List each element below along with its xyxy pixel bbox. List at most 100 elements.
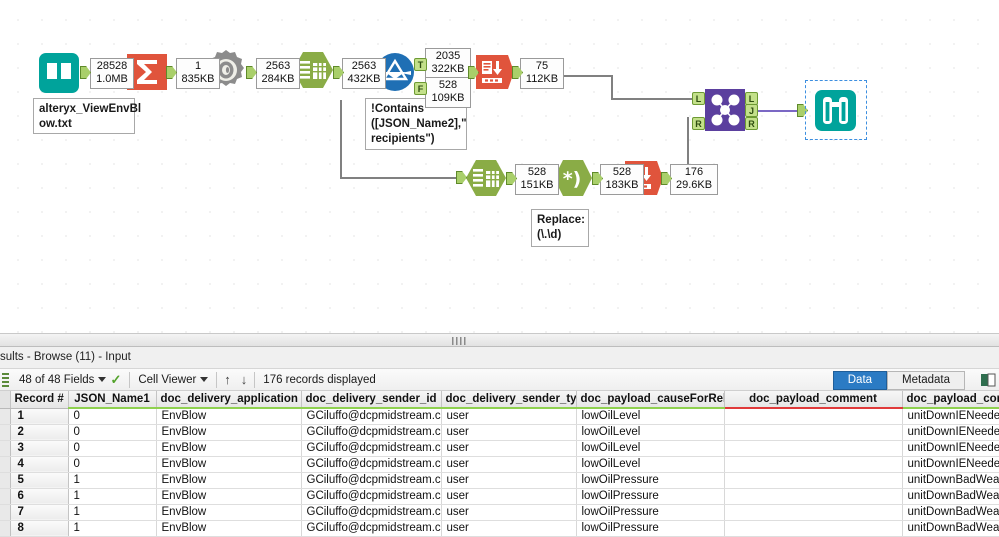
- results-table: Record # JSON_Name1 doc_delivery_applica…: [0, 391, 999, 537]
- cell-payload-comment: [724, 424, 903, 441]
- select-tool-2[interactable]: [465, 158, 507, 203]
- record-count-badge: 2563 284KB: [256, 58, 300, 89]
- port-join-left[interactable]: L: [692, 92, 705, 105]
- cell-corrective-action: unitDownIENeeded: [902, 424, 999, 441]
- port-join-out-join[interactable]: J: [745, 104, 758, 117]
- col-header-delivery-sender-type[interactable]: doc_delivery_sender_type: [441, 391, 577, 409]
- join-tool[interactable]: [704, 88, 746, 137]
- record-count-badge: 528 183KB: [600, 164, 644, 195]
- cell-delivery-application: EnvBlow: [156, 440, 302, 457]
- cell-delivery-application: EnvBlow: [156, 504, 302, 521]
- cell-delivery-application: EnvBlow: [156, 488, 302, 505]
- row-handle[interactable]: [0, 408, 11, 425]
- toolbar-grip-icon[interactable]: [2, 372, 9, 387]
- tab-data[interactable]: Data: [832, 371, 888, 390]
- col-header-record-num[interactable]: Record #: [10, 391, 69, 409]
- row-handle[interactable]: [0, 504, 11, 521]
- row-handle[interactable]: [0, 456, 11, 473]
- col-header-corrective-action[interactable]: doc_payload_correctiveAct: [902, 391, 999, 409]
- port-join-right[interactable]: R: [692, 117, 705, 130]
- cell-delivery-sender-id: GCiluffo@dcpmidstream.com: [301, 488, 442, 505]
- cell-delivery-sender-type: user: [441, 440, 577, 457]
- cell-cause-for-release: lowOilLevel: [576, 408, 725, 425]
- input-file-annotation: alteryx_ViewEnvBl ow.txt: [33, 98, 141, 134]
- unique-tool-1[interactable]: [474, 52, 514, 97]
- table-row[interactable]: 4 0 EnvBlow GCiluffo@dcpmidstream.com us…: [0, 456, 999, 473]
- table-row[interactable]: 5 1 EnvBlow GCiluffo@dcpmidstream.com us…: [0, 472, 999, 489]
- cell-delivery-application: EnvBlow: [156, 456, 302, 473]
- cell-viewer-label: Cell Viewer: [138, 373, 197, 386]
- wire-unique1-to-join-h1: [564, 75, 612, 77]
- cell-viewer-selector[interactable]: Cell Viewer: [132, 369, 214, 390]
- table-row[interactable]: 2 0 EnvBlow GCiluffo@dcpmidstream.com us…: [0, 424, 999, 441]
- sort-descending-button[interactable]: ↓: [236, 372, 253, 387]
- cell-json-name1: 1: [68, 488, 157, 505]
- table-row[interactable]: 7 1 EnvBlow GCiluffo@dcpmidstream.com us…: [0, 504, 999, 521]
- record-count-size: 1.0MB: [96, 73, 128, 85]
- cell-delivery-sender-type: user: [441, 472, 577, 489]
- regex-tool[interactable]: *): [553, 158, 593, 203]
- table-row[interactable]: 1 0 EnvBlow GCiluffo@dcpmidstream.com us…: [0, 408, 999, 425]
- cell-corrective-action: unitDownIENeeded: [902, 440, 999, 457]
- cell-cause-for-release: lowOilLevel: [576, 424, 725, 441]
- check-icon: ✓: [110, 371, 122, 387]
- cell-delivery-sender-id: GCiluffo@dcpmidstream.com: [301, 440, 442, 457]
- workflow-canvas[interactable]: 28528 1.0MB alteryx_ViewEnvBl ow.txt 1 8…: [0, 0, 999, 333]
- row-handle[interactable]: [0, 488, 11, 505]
- results-grid[interactable]: Record # JSON_Name1 doc_delivery_applica…: [0, 391, 999, 537]
- cell-delivery-application: EnvBlow: [156, 408, 302, 425]
- chevron-down-icon[interactable]: [200, 377, 209, 382]
- record-count-badge: 2035 322KB: [425, 48, 471, 79]
- unique-rows-icon: [476, 55, 514, 89]
- cell-payload-comment: [724, 408, 903, 425]
- records-displayed-label: 176 records displayed: [263, 373, 376, 386]
- row-handle[interactable]: [0, 472, 11, 489]
- port-filter-true[interactable]: T: [414, 58, 427, 71]
- fields-selector[interactable]: 48 of 48 Fields ✓: [13, 369, 127, 390]
- col-header-json-name1[interactable]: JSON_Name1: [68, 391, 157, 409]
- port-filter-false[interactable]: F: [414, 82, 427, 95]
- wire-unique1-to-join-v: [611, 75, 613, 99]
- cell-json-name1: 0: [68, 440, 157, 457]
- record-count-badge: 176 29.6KB: [670, 164, 718, 195]
- wire-unique1-to-join-h2: [611, 98, 694, 100]
- record-count-records: 28528: [96, 60, 128, 72]
- table-row[interactable]: 6 1 EnvBlow GCiluffo@dcpmidstream.com us…: [0, 488, 999, 505]
- selection-marquee: [805, 80, 867, 140]
- cell-payload-comment: [724, 456, 903, 473]
- panel-splitter[interactable]: [0, 333, 999, 347]
- row-handle[interactable]: [0, 424, 11, 441]
- col-header-delivery-sender-id[interactable]: doc_delivery_sender_id: [301, 391, 442, 409]
- toolbar-divider: [216, 371, 218, 388]
- port-join-out-right[interactable]: R: [745, 117, 758, 130]
- col-header-delivery-application[interactable]: doc_delivery_application: [156, 391, 302, 409]
- regex-replace-annotation: Replace: (\.\d): [531, 209, 589, 247]
- splitter-grip[interactable]: [452, 337, 468, 345]
- cell-corrective-action: unitDownBadWeather: [902, 472, 999, 489]
- input-data-tool[interactable]: [38, 52, 80, 99]
- results-view-tabs: Data Metadata: [832, 371, 965, 390]
- col-header-payload-comment[interactable]: doc_payload_comment: [724, 391, 903, 409]
- tab-metadata[interactable]: Metadata: [887, 371, 965, 390]
- table-body: 1 0 EnvBlow GCiluffo@dcpmidstream.com us…: [0, 408, 999, 537]
- cell-json-name1: 0: [68, 408, 157, 425]
- cell-delivery-sender-id: GCiluffo@dcpmidstream.com: [301, 424, 442, 441]
- join-nodes-icon: [705, 89, 745, 131]
- record-count-badge: 1 835KB: [176, 58, 220, 89]
- fields-label: 48 of 48 Fields: [19, 373, 95, 386]
- chevron-down-icon[interactable]: [98, 377, 107, 382]
- regex-paren-icon: *): [554, 160, 592, 196]
- cell-cause-for-release: lowOilPressure: [576, 488, 725, 505]
- cell-payload-comment: [724, 440, 903, 457]
- row-handle[interactable]: [0, 440, 11, 457]
- sort-ascending-button[interactable]: ↑: [219, 372, 236, 387]
- cell-corrective-action: unitDownIENeeded: [902, 456, 999, 473]
- cell-delivery-sender-type: user: [441, 488, 577, 505]
- cell-record-num: 5: [10, 472, 69, 489]
- toolbar-divider: [254, 371, 256, 388]
- open-in-new-window-button[interactable]: [979, 372, 997, 388]
- cell-delivery-sender-type: user: [441, 424, 577, 441]
- col-header-cause-for-release[interactable]: doc_payload_causeForRelease: [576, 391, 725, 409]
- table-row[interactable]: 3 0 EnvBlow GCiluffo@dcpmidstream.com us…: [0, 440, 999, 457]
- cell-cause-for-release: lowOilPressure: [576, 472, 725, 489]
